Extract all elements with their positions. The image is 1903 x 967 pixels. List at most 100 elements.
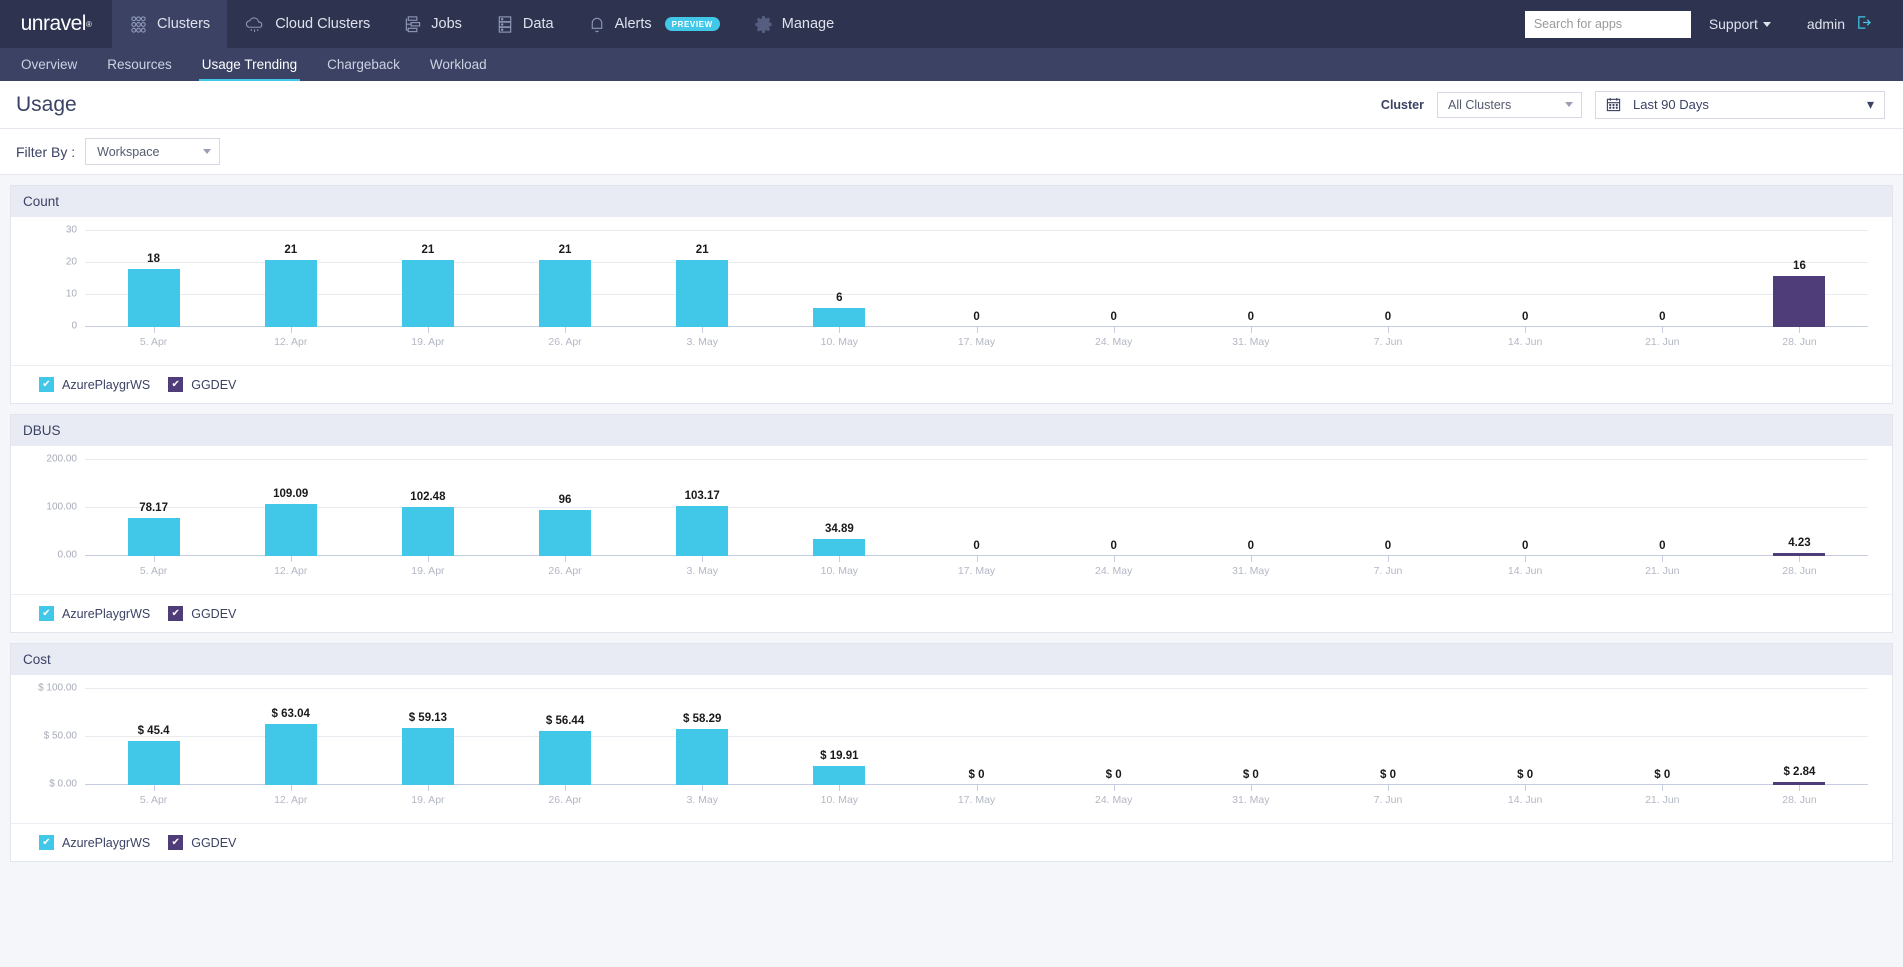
chart-bar[interactable]: 21 bbox=[264, 244, 317, 327]
y-axis-tick-label: 100.00 bbox=[46, 501, 77, 513]
legend-item-azureplaygrws[interactable]: ✔ AzurePlaygrWS bbox=[39, 835, 150, 850]
date-range-select[interactable]: Last 90 Days ▾ bbox=[1595, 90, 1885, 119]
bar-value-label: 0 bbox=[1659, 540, 1666, 552]
nav-item-manage[interactable]: Manage bbox=[737, 0, 851, 48]
bar-value-label: $ 2.84 bbox=[1783, 766, 1816, 778]
x-axis-tick bbox=[290, 327, 292, 333]
support-menu[interactable]: Support bbox=[1691, 16, 1789, 32]
tab-chargeback-label: Chargeback bbox=[327, 57, 400, 72]
x-axis-tick bbox=[1662, 785, 1664, 791]
x-axis-tick-label: 28. Jun bbox=[1782, 336, 1817, 348]
tab-usage-trending[interactable]: Usage Trending bbox=[187, 48, 312, 81]
legend-label: GGDEV bbox=[191, 377, 237, 392]
legend-item-ggdev[interactable]: ✔ GGDEV bbox=[168, 606, 236, 621]
nav-item-data[interactable]: Data bbox=[479, 0, 571, 48]
nav-item-clusters[interactable]: Clusters bbox=[112, 0, 228, 48]
nav-item-alerts[interactable]: Alerts PREVIEW bbox=[571, 0, 737, 48]
user-menu[interactable]: admin bbox=[1789, 15, 1889, 34]
bar-slot: $ 59.13 19. Apr bbox=[359, 689, 496, 806]
chart-bar[interactable]: 78.17 bbox=[127, 502, 180, 556]
bar-value-label: 0 bbox=[1384, 311, 1392, 323]
bar-value-label: 109.09 bbox=[273, 487, 309, 500]
x-axis-tick bbox=[1662, 327, 1664, 333]
legend-checkbox[interactable]: ✔ bbox=[39, 606, 54, 621]
calendar-icon bbox=[1606, 97, 1621, 112]
chart-bar[interactable]: 21 bbox=[539, 244, 592, 327]
bar-slot: 0 21. Jun bbox=[1594, 460, 1731, 577]
page-title: Usage bbox=[16, 92, 77, 116]
bar-slot: 0 31. May bbox=[1182, 231, 1319, 348]
x-axis-tick-label: 10. May bbox=[820, 565, 859, 577]
chart-bar[interactable]: 18 bbox=[127, 253, 180, 327]
chart-bar[interactable]: $ 59.13 bbox=[401, 712, 454, 785]
bar-slot: $ 19.91 10. May bbox=[771, 689, 908, 806]
search-input[interactable] bbox=[1524, 10, 1691, 38]
unravel-logo[interactable]: unravel ® bbox=[0, 0, 112, 48]
nav-item-jobs[interactable]: Jobs bbox=[387, 0, 479, 48]
chart-bar[interactable]: 21 bbox=[676, 244, 729, 327]
x-axis-tick-label: 31. May bbox=[1232, 565, 1270, 577]
panel-dbus-title: DBUS bbox=[23, 423, 61, 438]
nav-item-cloud-clusters[interactable]: Cloud Clusters bbox=[227, 0, 387, 48]
x-axis-tick bbox=[1525, 556, 1527, 562]
bar-slot: $ 56.44 26. Apr bbox=[496, 689, 633, 806]
chart-bar[interactable]: 103.17 bbox=[676, 490, 729, 556]
legend-checkbox[interactable]: ✔ bbox=[168, 835, 184, 850]
legend-checkbox[interactable]: ✔ bbox=[39, 377, 54, 392]
bar-slot: 21 19. Apr bbox=[359, 231, 496, 348]
legend-item-ggdev[interactable]: ✔ GGDEV bbox=[168, 835, 236, 850]
chart-bar[interactable]: 21 bbox=[401, 244, 454, 327]
chart-bar[interactable]: $ 63.04 bbox=[264, 708, 317, 785]
bar-value-label: 0 bbox=[1521, 311, 1529, 323]
x-axis-tick bbox=[1113, 785, 1115, 791]
x-axis-tick-label: 3. May bbox=[686, 336, 718, 348]
filter-by-select[interactable]: Workspace bbox=[85, 138, 221, 165]
x-axis-tick-label: 14. Jun bbox=[1507, 794, 1543, 806]
chart-bar[interactable]: 34.89 bbox=[813, 523, 866, 556]
legend-item-azureplaygrws[interactable]: ✔ AzurePlaygrWS bbox=[39, 377, 150, 392]
x-axis-tick bbox=[976, 556, 978, 562]
x-axis-tick-label: 10. May bbox=[820, 794, 859, 806]
bar-group: 18 5. Apr 21 12. Apr 21 19. Apr 21 26. Apr 21 3. … bbox=[85, 231, 1868, 348]
cluster-select[interactable]: All Clusters bbox=[1437, 91, 1582, 118]
tab-workload[interactable]: Workload bbox=[415, 48, 502, 81]
chart-bar[interactable]: $ 58.29 bbox=[676, 713, 729, 785]
chart-bar[interactable]: $ 19.91 bbox=[813, 750, 866, 785]
bar-value-label: $ 58.29 bbox=[683, 713, 722, 726]
tab-overview[interactable]: Overview bbox=[6, 48, 92, 81]
tab-chargeback[interactable]: Chargeback bbox=[312, 48, 415, 81]
bar-value-label: 0 bbox=[1521, 540, 1529, 552]
legend-label: AzurePlaygrWS bbox=[62, 377, 151, 392]
legend-label: AzurePlaygrWS bbox=[62, 606, 151, 621]
bar-value-label: $ 19.91 bbox=[820, 749, 859, 762]
chart-bar[interactable]: $ 45.4 bbox=[127, 725, 180, 785]
bar-slot: $ 45.4 5. Apr bbox=[85, 689, 222, 806]
bar-slot: 0 21. Jun bbox=[1594, 231, 1731, 348]
nav-item-jobs-label: Jobs bbox=[431, 16, 462, 32]
logout-icon[interactable] bbox=[1856, 15, 1871, 34]
legend-item-azureplaygrws[interactable]: ✔ AzurePlaygrWS bbox=[39, 606, 150, 621]
chart-bar[interactable]: 96 bbox=[539, 494, 592, 556]
legend-checkbox[interactable]: ✔ bbox=[168, 377, 184, 392]
chart-bar[interactable]: 109.09 bbox=[264, 488, 317, 556]
support-label: Support bbox=[1708, 16, 1758, 32]
legend-checkbox[interactable]: ✔ bbox=[168, 606, 184, 621]
legend-checkbox[interactable]: ✔ bbox=[39, 835, 54, 850]
bar-value-label: $ 63.04 bbox=[271, 708, 310, 721]
x-axis-tick-label: 24. May bbox=[1094, 794, 1133, 806]
y-axis-tick-label: $ 50.00 bbox=[43, 730, 77, 742]
bar-value-label: $ 59.13 bbox=[408, 712, 448, 725]
panel-dbus: DBUS 0.00 100.00 200.00 78.17 5. Apr 109.09 12… bbox=[10, 414, 1893, 633]
x-axis-tick-label: 14. Jun bbox=[1507, 565, 1543, 577]
legend-item-ggdev[interactable]: ✔ GGDEV bbox=[168, 377, 236, 392]
count-chart-plot: 0 10 20 30 18 5. Apr 21 12. Apr 21 19. Apr 21 26. A… bbox=[66, 225, 1868, 348]
x-axis-tick-label: 21. Jun bbox=[1645, 794, 1680, 806]
x-axis-tick bbox=[565, 327, 567, 333]
chart-bar[interactable]: 102.48 bbox=[401, 491, 454, 556]
chart-bar[interactable]: 6 bbox=[813, 292, 866, 327]
x-axis-tick-label: 21. Jun bbox=[1645, 565, 1680, 577]
tab-resources[interactable]: Resources bbox=[92, 48, 187, 81]
chart-bar[interactable]: 16 bbox=[1773, 260, 1826, 327]
chart-bar[interactable]: $ 56.44 bbox=[539, 715, 592, 785]
x-axis-tick bbox=[1387, 785, 1389, 791]
